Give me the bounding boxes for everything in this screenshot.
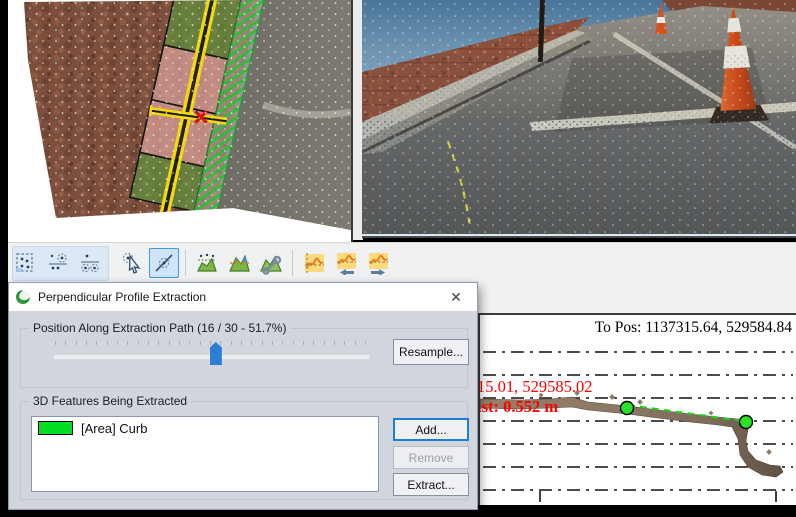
remove-button: Remove	[393, 446, 469, 469]
from-pos-label: 15.01, 529585.02	[480, 377, 593, 396]
to-pos-label: To Pos: 1137315.64, 529584.84	[595, 319, 793, 336]
perpendicular-profile-pick-icon[interactable]	[149, 248, 179, 278]
dialog-title: Perpendicular Profile Extraction	[38, 290, 441, 304]
profile-window-icon[interactable]	[299, 248, 329, 278]
toolbar-separator	[292, 250, 293, 276]
features-group-label: 3D Features Being Extracted	[29, 394, 191, 408]
profile-peak-icon[interactable]	[224, 248, 254, 278]
dialog-titlebar[interactable]: Perpendicular Profile Extraction ✕	[9, 283, 477, 311]
feature-vertex-marker[interactable]	[621, 402, 634, 415]
feature-vertex-marker[interactable]	[740, 416, 753, 429]
topdown-scene	[8, 0, 351, 242]
toolbar-separator	[185, 250, 186, 276]
select-points-marquee-icon[interactable]	[11, 248, 41, 278]
profile-step-back-icon[interactable]	[331, 248, 361, 278]
profile-plot: To Pos: 1137315.64, 529584.84 15.01, 529…	[480, 315, 796, 504]
viewport-topdown-pointcloud[interactable]	[8, 0, 353, 242]
position-groupbox: Position Along Extraction Path (16 / 30 …	[20, 328, 468, 388]
profile-points-double-icon[interactable]	[75, 248, 105, 278]
scene-3d	[362, 0, 796, 234]
profile-toolbar	[10, 245, 394, 281]
perpendicular-profile-extraction-dialog: Perpendicular Profile Extraction ✕ Posit…	[9, 283, 477, 509]
add-button[interactable]: Add...	[393, 418, 469, 441]
app-logo-icon	[15, 289, 31, 305]
position-group-label: Position Along Extraction Path (16 / 30 …	[29, 321, 290, 335]
feature-color-swatch	[38, 421, 73, 435]
position-slider-thumb[interactable]	[210, 342, 222, 365]
slider-tickmarks	[55, 341, 366, 345]
extract-button[interactable]: Extract...	[393, 473, 469, 496]
dist-label: ist: 0.552 m	[480, 397, 558, 416]
resample-button[interactable]: Resample...	[393, 339, 469, 365]
viewport-3d-pointcloud[interactable]	[362, 0, 796, 238]
features-groupbox: 3D Features Being Extracted [Area] Curb …	[20, 401, 468, 500]
profile-step-forward-icon[interactable]	[363, 248, 393, 278]
close-icon[interactable]: ✕	[441, 285, 471, 309]
pick-point-cursor-icon[interactable]	[117, 248, 147, 278]
profile-view-panel[interactable]: To Pos: 1137315.64, 529584.84 15.01, 529…	[478, 313, 796, 505]
feature-listbox[interactable]: [Area] Curb	[31, 416, 379, 492]
feature-item-label: [Area] Curb	[81, 421, 147, 436]
profile-settings-wrench-icon[interactable]	[256, 248, 286, 278]
feature-list-item[interactable]: [Area] Curb	[36, 419, 378, 437]
extract-profile-area-icon[interactable]	[192, 248, 222, 278]
profile-points-single-icon[interactable]	[43, 248, 73, 278]
